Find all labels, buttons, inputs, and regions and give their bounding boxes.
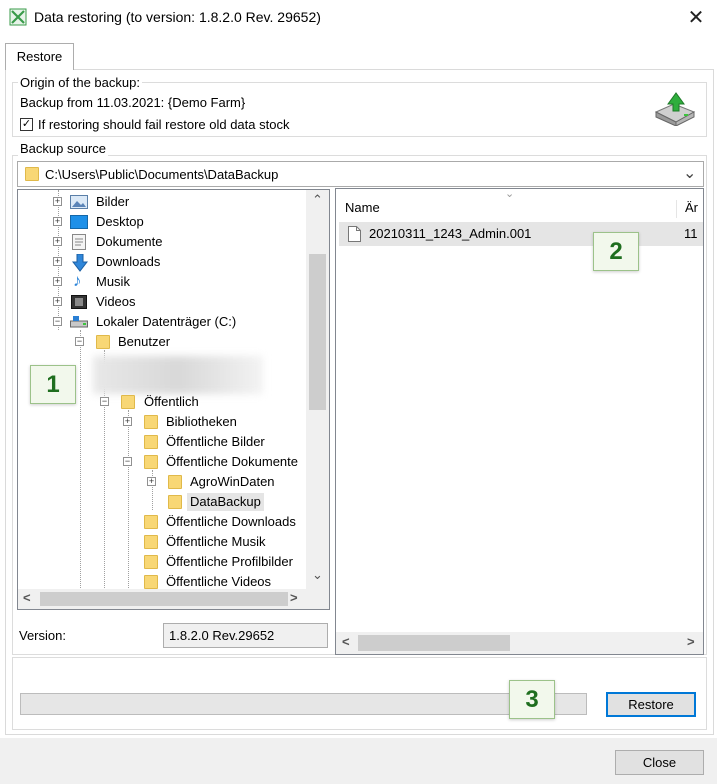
version-field: 1.8.2.0 Rev.29652: [163, 623, 328, 648]
music-icon: ♪: [73, 271, 82, 290]
backup-path-combobox[interactable]: C:\Users\Public\Documents\DataBackup ⌄: [17, 161, 704, 187]
scroll-left-icon[interactable]: <: [342, 634, 350, 649]
restore-old-data-checkbox[interactable]: ✓: [20, 118, 33, 131]
restore-drive-icon: [654, 92, 696, 126]
restore-button[interactable]: Restore: [606, 692, 696, 717]
tree-horizontal-scrollbar[interactable]: < >: [18, 589, 329, 609]
close-button[interactable]: Close: [615, 750, 704, 775]
tree-item-label: Öffentliche Bilder: [166, 434, 265, 449]
tree-vertical-scrollbar[interactable]: ⌃ ⌄: [306, 190, 329, 591]
origin-legend: Origin of the backup:: [18, 75, 142, 90]
backup-from-text: Backup from 11.03.2021: {Demo Farm}: [20, 95, 246, 110]
file-name: 20210311_1243_Admin.001: [369, 226, 532, 241]
version-label: Version:: [19, 628, 66, 643]
window-title: Data restoring (to version: 1.8.2.0 Rev.…: [34, 9, 321, 25]
scrollbar-thumb[interactable]: [358, 635, 510, 651]
collapse-icon[interactable]: −: [100, 397, 109, 406]
file-list[interactable]: ⌄ Name Är 20210311_1243_Admin.001 11 < >: [335, 188, 704, 655]
scrollbar-thumb[interactable]: [309, 254, 326, 410]
pictures-icon: [70, 195, 88, 209]
desktop-icon: [70, 215, 88, 229]
documents-icon: [72, 234, 86, 250]
expand-icon[interactable]: +: [53, 257, 62, 266]
collapse-icon[interactable]: −: [75, 337, 84, 346]
tree-item-label: Desktop: [96, 214, 144, 229]
table-row[interactable]: 20210311_1243_Admin.001 11: [339, 222, 703, 246]
tree-item-label: Öffentliche Downloads: [166, 514, 296, 529]
tree-item-label: Öffentliche Musik: [166, 534, 266, 549]
expand-icon[interactable]: +: [123, 417, 132, 426]
folder-icon: [168, 495, 182, 509]
backup-path-value: C:\Users\Public\Documents\DataBackup: [45, 167, 279, 182]
progress-bar: [20, 693, 587, 715]
restore-old-data-label: If restoring should fail restore old dat…: [38, 117, 290, 132]
expand-icon[interactable]: +: [53, 237, 62, 246]
scroll-down-icon[interactable]: ⌄: [306, 567, 329, 583]
scroll-up-icon[interactable]: ⌃: [306, 192, 329, 208]
annotation-badge: 1: [30, 365, 76, 404]
sort-chevron-icon: ⌄: [505, 188, 515, 200]
tree-item-label: Öffentliche Dokumente: [166, 454, 298, 469]
dialog-footer: Close: [0, 738, 717, 784]
scrollbar-thumb[interactable]: [40, 592, 288, 606]
videos-icon: [71, 295, 87, 309]
tree-item-label: Lokaler Datenträger (C:): [96, 314, 237, 329]
tree-item-label: AgroWinDaten: [190, 474, 275, 489]
tree-item-label: Musik: [96, 274, 130, 289]
annotation-badge: 2: [593, 232, 639, 271]
downloads-icon: [72, 254, 88, 272]
folder-icon: [168, 475, 182, 489]
tree-item-label: Bibliotheken: [166, 414, 237, 429]
folder-icon: [144, 515, 158, 529]
tree-item-label: Downloads: [96, 254, 161, 269]
drive-icon: [70, 316, 88, 328]
tree-item-label: Benutzer: [118, 334, 171, 349]
tab-restore[interactable]: Restore: [5, 43, 74, 70]
chevron-down-icon[interactable]: ⌄: [683, 163, 696, 183]
expand-icon[interactable]: +: [53, 297, 62, 306]
file-date: 11: [684, 226, 698, 241]
column-header-changed[interactable]: Är: [676, 200, 703, 218]
expand-icon[interactable]: +: [53, 197, 62, 206]
folder-icon: [96, 335, 110, 349]
tree-item-label: DataBackup: [187, 493, 264, 511]
folder-icon: [144, 535, 158, 549]
folder-icon: [121, 395, 135, 409]
column-header-name[interactable]: Name: [345, 200, 380, 215]
blurred-user-folder: [93, 356, 263, 394]
tree-item-label: Videos: [96, 294, 136, 309]
tree-item-label: Öffentliche Profilbilder: [166, 554, 293, 569]
folder-icon: [144, 455, 158, 469]
folder-icon: [144, 435, 158, 449]
collapse-icon[interactable]: −: [53, 317, 62, 326]
tree-item-label: Dokumente: [96, 234, 163, 249]
expand-icon[interactable]: +: [53, 217, 62, 226]
expand-icon[interactable]: +: [53, 277, 62, 286]
tree-item-label: Öffentlich: [144, 394, 199, 409]
window-close-icon[interactable]: ✕: [682, 4, 710, 32]
folder-icon: [144, 575, 158, 589]
backup-source-legend: Backup source: [18, 141, 108, 156]
folder-icon: [144, 555, 158, 569]
file-list-horizontal-scrollbar[interactable]: < >: [336, 632, 703, 654]
folder-icon: [144, 415, 158, 429]
title-bar: Data restoring (to version: 1.8.2.0 Rev.…: [0, 0, 717, 36]
annotation-badge: 3: [509, 680, 555, 719]
collapse-icon[interactable]: −: [123, 457, 132, 466]
tree-item-label: Bilder: [96, 194, 130, 209]
scroll-left-icon[interactable]: <: [23, 590, 31, 605]
folder-icon: [25, 167, 39, 181]
file-icon: [348, 226, 361, 242]
app-icon: [9, 8, 27, 26]
expand-icon[interactable]: +: [147, 477, 156, 486]
scroll-right-icon[interactable]: >: [687, 634, 695, 649]
scroll-right-icon[interactable]: >: [290, 590, 298, 605]
